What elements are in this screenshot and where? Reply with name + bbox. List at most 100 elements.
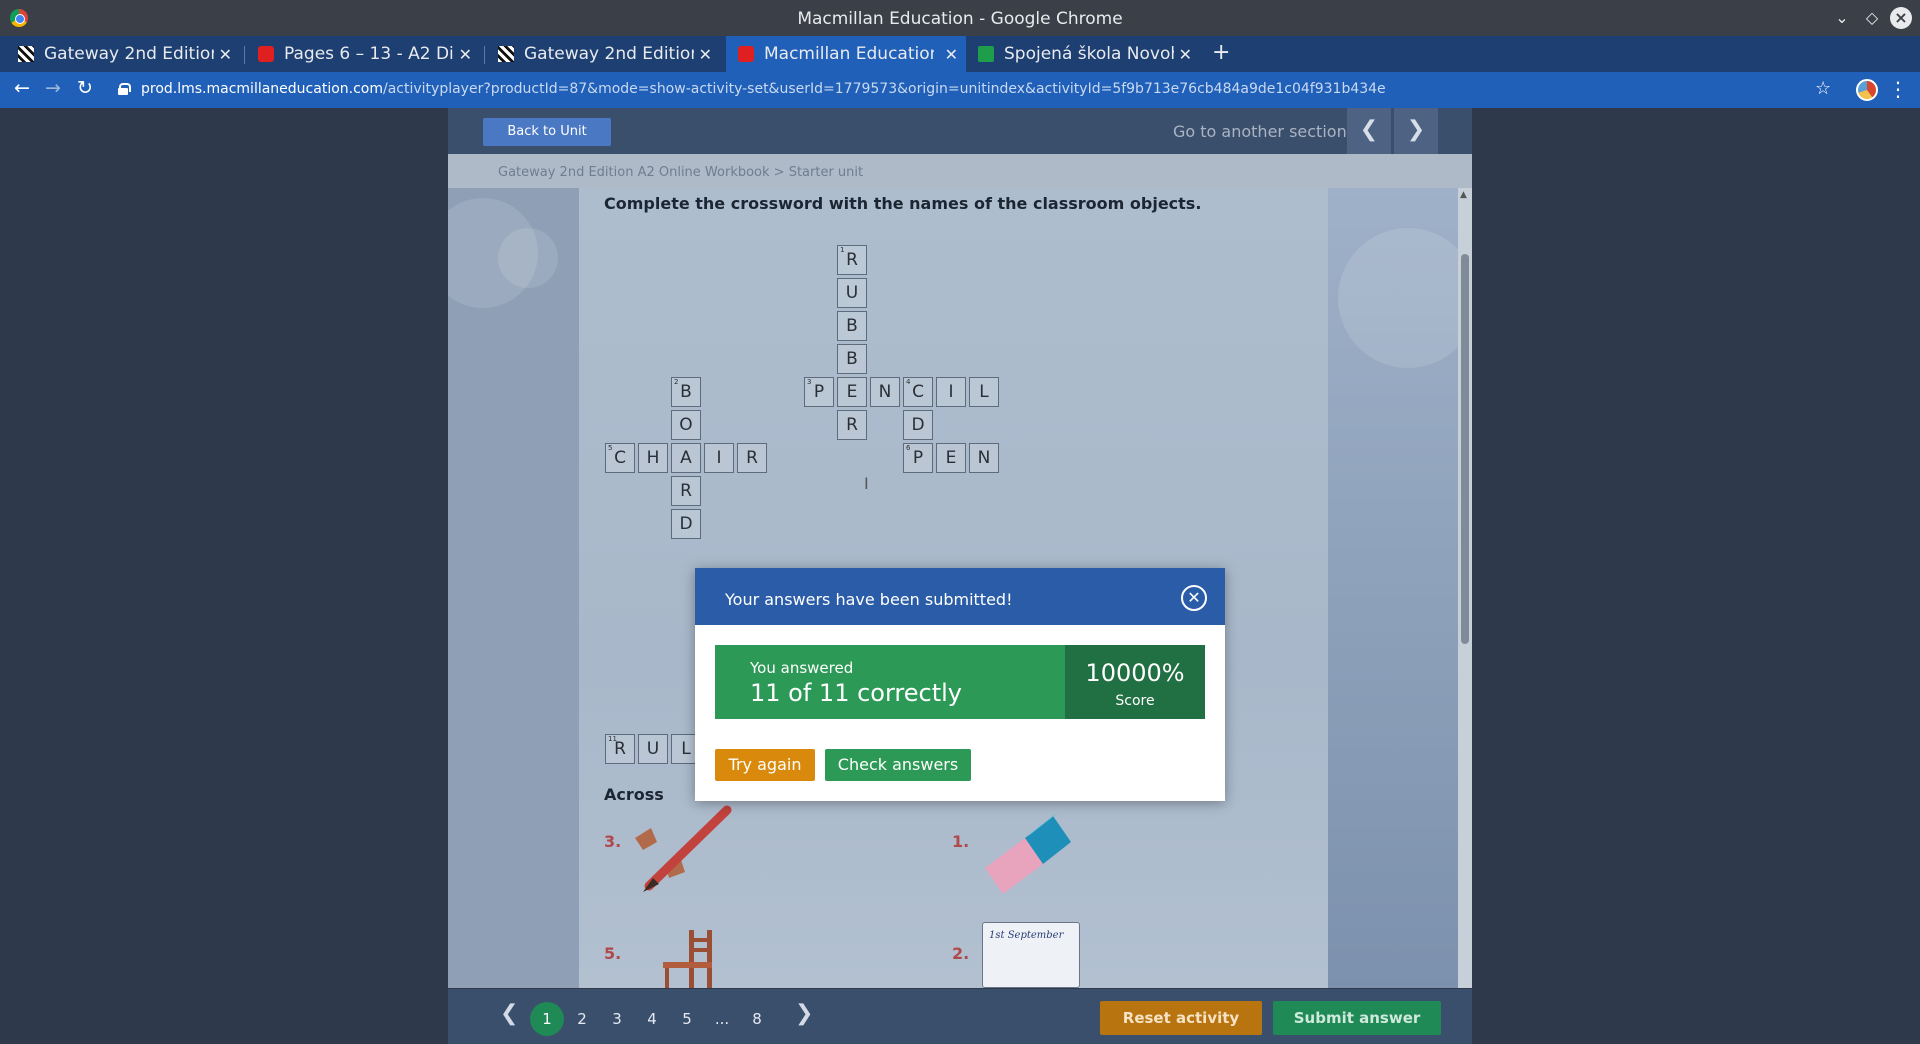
cell-number: 5 bbox=[608, 444, 613, 452]
cell-number: 4 bbox=[906, 378, 911, 386]
back-to-unit-button[interactable]: Back to Unit bbox=[483, 118, 611, 146]
tab-separator bbox=[484, 46, 485, 64]
tab-gateway-2[interactable]: Gateway 2nd Edition - ✕ bbox=[486, 36, 720, 72]
page-1-button[interactable]: 1 bbox=[530, 1002, 564, 1036]
submit-answer-button[interactable]: Submit answer bbox=[1273, 1001, 1441, 1035]
crossword-cell[interactable]: B bbox=[837, 311, 867, 341]
crossword-cell[interactable]: A bbox=[671, 443, 701, 473]
tab-close-icon[interactable]: ✕ bbox=[219, 45, 232, 64]
check-answers-button[interactable]: Check answers bbox=[825, 749, 971, 781]
tab-gateway-1[interactable]: Gateway 2nd Edition A ✕ bbox=[6, 36, 240, 72]
activity-footer: ❮ 1 2 3 4 5 ... 8 ❯ Reset activity Submi… bbox=[448, 989, 1472, 1044]
macmillan-icon bbox=[258, 46, 274, 62]
close-window-icon[interactable]: × bbox=[1890, 7, 1912, 29]
cell-letter: U bbox=[845, 283, 859, 303]
prev-page-icon[interactable]: ❮ bbox=[500, 1001, 518, 1026]
tab-spojena[interactable]: Spojená škola Novohr ✕ bbox=[966, 36, 1200, 72]
next-page-icon[interactable]: ❯ bbox=[795, 1001, 813, 1026]
crossword-cell[interactable]: 11 R bbox=[605, 734, 635, 764]
crossword-cell[interactable]: 5C bbox=[605, 443, 635, 473]
crossword-cell[interactable]: U bbox=[837, 278, 867, 308]
scroll-thumb[interactable] bbox=[1461, 254, 1469, 644]
tab-pages[interactable]: Pages 6 – 13 - A2 Digit ✕ bbox=[246, 36, 480, 72]
notebook-image: 1st September bbox=[982, 922, 1080, 988]
page-3-button[interactable]: 3 bbox=[600, 1002, 634, 1036]
profile-avatar[interactable] bbox=[1856, 79, 1878, 101]
crossword-cell[interactable]: E bbox=[837, 377, 867, 407]
clue-number-down-1: 1. bbox=[952, 832, 970, 851]
clue-number-across-3: 3. bbox=[604, 832, 622, 851]
crossword-cell[interactable]: B bbox=[837, 344, 867, 374]
tab-close-icon[interactable]: ✕ bbox=[459, 45, 472, 64]
notebook-text: 1st September bbox=[989, 930, 1064, 941]
window-title: Macmillan Education - Google Chrome bbox=[797, 9, 1123, 29]
close-icon[interactable]: ✕ bbox=[1181, 585, 1207, 611]
clue-number-across-5: 5. bbox=[604, 944, 622, 963]
cell-letter: P bbox=[813, 382, 825, 402]
crossword-cell[interactable]: I bbox=[936, 377, 966, 407]
crossword-cell[interactable]: 6P bbox=[903, 443, 933, 473]
try-again-button[interactable]: Try again bbox=[715, 749, 815, 781]
breadcrumb-bar: Gateway 2nd Edition A2 Online Workbook >… bbox=[448, 154, 1472, 188]
crossword-cell[interactable]: N bbox=[870, 377, 900, 407]
page-8-button[interactable]: 8 bbox=[740, 1002, 774, 1036]
cell-letter: D bbox=[911, 415, 925, 435]
crossword-cell[interactable]: E bbox=[936, 443, 966, 473]
crossword-cell[interactable]: L bbox=[969, 377, 999, 407]
dialog-header: Your answers have been submitted! ✕ bbox=[695, 568, 1225, 625]
crossword-cell[interactable]: 2B bbox=[671, 377, 701, 407]
next-section-button[interactable]: ❯ bbox=[1394, 108, 1438, 154]
instruction-text: Complete the crossword with the names of… bbox=[604, 194, 1202, 213]
bookmark-star-icon[interactable]: ☆ bbox=[1815, 78, 1831, 99]
cell-letter: R bbox=[846, 250, 858, 270]
crossword-cell[interactable]: 3P bbox=[804, 377, 834, 407]
crossword-cell[interactable]: H bbox=[638, 443, 668, 473]
page-4-button[interactable]: 4 bbox=[635, 1002, 669, 1036]
cell-letter: I bbox=[948, 382, 954, 402]
new-tab-icon[interactable]: + bbox=[1212, 40, 1230, 65]
crossword-cell[interactable]: R bbox=[837, 410, 867, 440]
reload-icon[interactable]: ↻ bbox=[72, 77, 98, 99]
window-titlebar: Macmillan Education - Google Chrome ⌄ ◇ … bbox=[0, 0, 1920, 36]
page-5-button[interactable]: 5 bbox=[670, 1002, 704, 1036]
page-viewport: Back to Unit Go to another section ❮ ❯ G… bbox=[0, 108, 1920, 1044]
minimize-icon[interactable]: ⌄ bbox=[1830, 6, 1854, 30]
crossword-cell[interactable]: O bbox=[671, 410, 701, 440]
result-count: 11 of 11 correctly bbox=[750, 679, 963, 707]
maximize-icon[interactable]: ◇ bbox=[1860, 6, 1884, 30]
address-bar[interactable]: prod.lms.macmillaneducation.com/activity… bbox=[141, 81, 1386, 97]
back-arrow-icon[interactable]: ← bbox=[9, 77, 35, 99]
crossword-cell[interactable]: R bbox=[737, 443, 767, 473]
reset-activity-button[interactable]: Reset activity bbox=[1100, 1001, 1262, 1035]
cell-letter: H bbox=[646, 448, 660, 468]
forward-arrow-icon[interactable]: → bbox=[40, 77, 66, 99]
crossword-cell[interactable]: 4C bbox=[903, 377, 933, 407]
tab-close-icon[interactable]: ✕ bbox=[699, 45, 712, 64]
cell-number: 1 bbox=[840, 246, 845, 254]
crossword-cell[interactable]: D bbox=[671, 509, 701, 539]
you-answered-label: You answered bbox=[750, 659, 854, 677]
crossword-cell[interactable]: U bbox=[638, 734, 668, 764]
macmillan-icon bbox=[738, 46, 754, 62]
tab-close-icon[interactable]: ✕ bbox=[945, 45, 958, 64]
previous-section-button[interactable]: ❮ bbox=[1347, 108, 1391, 154]
crossword-cell[interactable]: I bbox=[704, 443, 734, 473]
crossword-cell[interactable]: N bbox=[969, 443, 999, 473]
tab-close-icon[interactable]: ✕ bbox=[1179, 45, 1192, 64]
crossword-cell[interactable]: 1R bbox=[837, 245, 867, 275]
kebab-menu-icon[interactable]: ⋮ bbox=[1888, 77, 1908, 101]
crossword-cell[interactable]: R bbox=[671, 476, 701, 506]
cell-letter: A bbox=[680, 448, 692, 468]
scroll-up-icon[interactable]: ▲ bbox=[1460, 190, 1467, 200]
crossword-cell[interactable]: D bbox=[903, 410, 933, 440]
page-2-button[interactable]: 2 bbox=[565, 1002, 599, 1036]
tab-macmillan-active[interactable]: Macmillan Education ✕ bbox=[726, 36, 966, 72]
page-ellipsis: ... bbox=[714, 1010, 730, 1028]
score-value: 10000% bbox=[1085, 659, 1185, 687]
cell-letter: B bbox=[680, 382, 692, 402]
tab-separator bbox=[244, 46, 245, 64]
cell-letter: L bbox=[681, 739, 691, 759]
lock-icon bbox=[118, 83, 131, 95]
content-scrollbar[interactable]: ▲ bbox=[1458, 188, 1472, 988]
zigzag-icon bbox=[18, 46, 34, 62]
